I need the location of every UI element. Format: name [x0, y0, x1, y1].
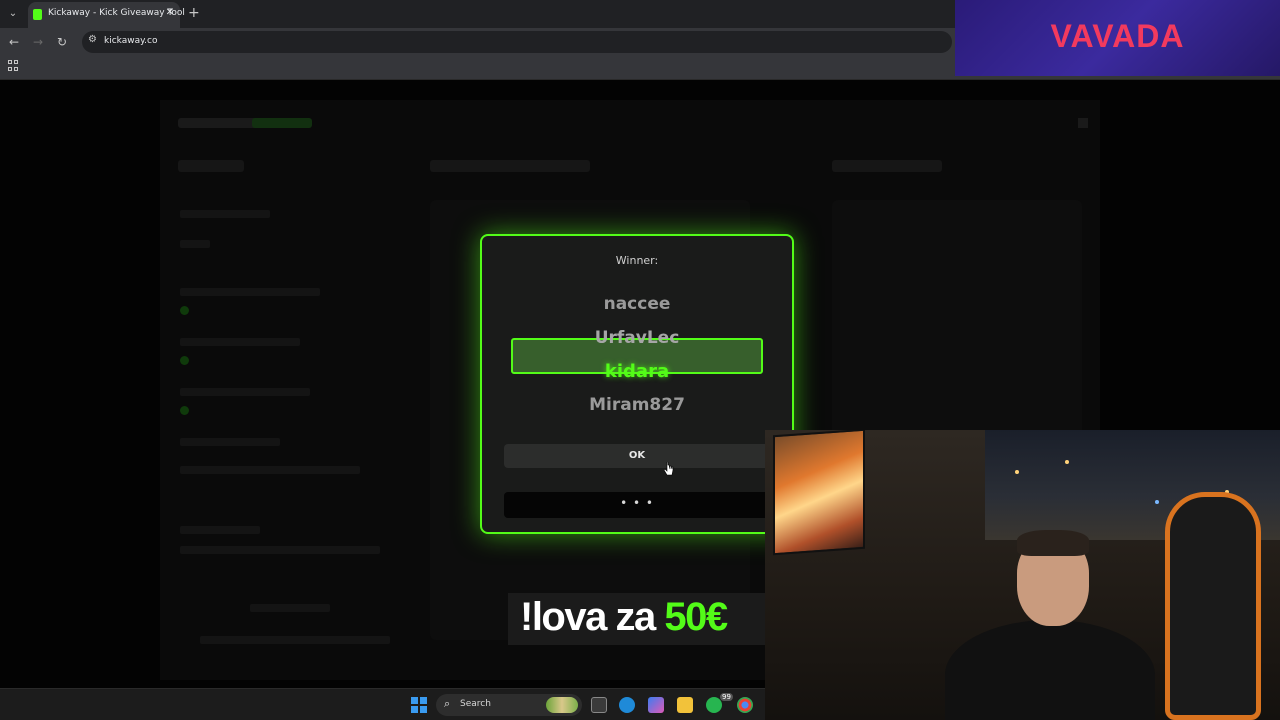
cam-light: [1155, 500, 1159, 504]
sponsor-banner: VAVADA: [955, 0, 1280, 76]
sponsor-logo: VAVADA: [1050, 18, 1185, 54]
setting-row: [180, 438, 280, 446]
winners-heading-placeholder: [832, 160, 942, 172]
chrome-icon[interactable]: [737, 697, 753, 713]
setting-row: [180, 240, 210, 248]
setting-row: [180, 288, 320, 296]
windows-taskbar: ⌕ Search 99: [0, 688, 765, 720]
cam-light: [1015, 470, 1019, 474]
webcam-feed: [765, 430, 1280, 720]
tab-title: Kickaway - Kick Giveaway Tool: [48, 8, 185, 18]
participant-name: UrfavLec: [594, 328, 680, 348]
site-info-icon[interactable]: ⚙: [88, 34, 97, 45]
search-highlight-image: [546, 697, 578, 713]
setting-row: [250, 604, 330, 612]
apps-grid-icon[interactable]: [8, 60, 19, 71]
cam-gaming-chair: [1165, 492, 1261, 720]
search-icon: ⌕: [444, 697, 451, 710]
toggle-indicator: [180, 356, 189, 365]
notification-badge: 99: [720, 693, 733, 701]
participant-name: naccee: [603, 294, 671, 314]
browser-tab[interactable]: Kickaway - Kick Giveaway Tool ✕: [28, 2, 185, 28]
new-tab-button[interactable]: +: [188, 5, 200, 21]
taskbar-search[interactable]: ⌕ Search: [436, 694, 582, 716]
forward-arrow-icon[interactable]: →: [33, 34, 43, 50]
task-view-icon[interactable]: [591, 697, 607, 713]
participant-name: Miram827: [589, 395, 685, 415]
file-explorer-icon[interactable]: [677, 697, 693, 713]
settings-heading-placeholder: [178, 160, 244, 172]
caption-prefix: !lova za: [520, 595, 665, 639]
reload-icon[interactable]: ↻: [57, 34, 67, 50]
ok-button[interactable]: OK: [504, 444, 770, 468]
whatsapp-icon[interactable]: [706, 697, 722, 713]
cam-light: [1065, 460, 1069, 464]
tab-search-chevron-icon[interactable]: ⌄: [4, 5, 22, 23]
screen: ⌄ Kickaway - Kick Giveaway Tool ✕ + ← → …: [0, 0, 1280, 720]
setting-row: [180, 388, 310, 396]
url-text: kickaway.co: [104, 36, 158, 46]
cam-tv-screen: [773, 430, 865, 556]
toggle-indicator: [180, 406, 189, 415]
tab-close-icon[interactable]: ✕: [166, 7, 174, 18]
caption-text: !lova za 50€: [520, 595, 728, 640]
winner-label: Winner:: [615, 254, 659, 267]
setting-row: [180, 210, 270, 218]
cam-person-body: [945, 620, 1155, 720]
stream-caption: !lova za 50€: [508, 593, 768, 645]
windows-start-icon[interactable]: [411, 697, 427, 713]
winner-modal: Winner: naccee UrfavLec kidara Miram827 …: [480, 234, 794, 534]
setting-row: [180, 526, 260, 534]
more-options-button[interactable]: • • •: [504, 492, 770, 518]
toggle-indicator: [180, 306, 189, 315]
copilot-icon[interactable]: [648, 697, 664, 713]
back-arrow-icon[interactable]: ←: [9, 34, 19, 50]
winner-name: kidara: [604, 361, 670, 382]
setting-row: [180, 546, 380, 554]
address-bar[interactable]: ⚙ kickaway.co: [82, 31, 952, 53]
cam-person-hair: [1017, 530, 1089, 556]
edge-icon[interactable]: [619, 697, 635, 713]
taskbar-search-label: Search: [460, 699, 491, 709]
participants-heading-placeholder: [430, 160, 590, 172]
page-close-icon: [1078, 118, 1088, 128]
caption-amount: 50€: [664, 595, 728, 639]
kick-favicon-icon: [33, 9, 42, 20]
mouse-pointer-icon: [664, 462, 674, 476]
setting-row: [200, 636, 390, 644]
page-logo-accent-placeholder: [252, 118, 312, 128]
setting-row: [180, 466, 360, 474]
setting-row: [180, 338, 300, 346]
